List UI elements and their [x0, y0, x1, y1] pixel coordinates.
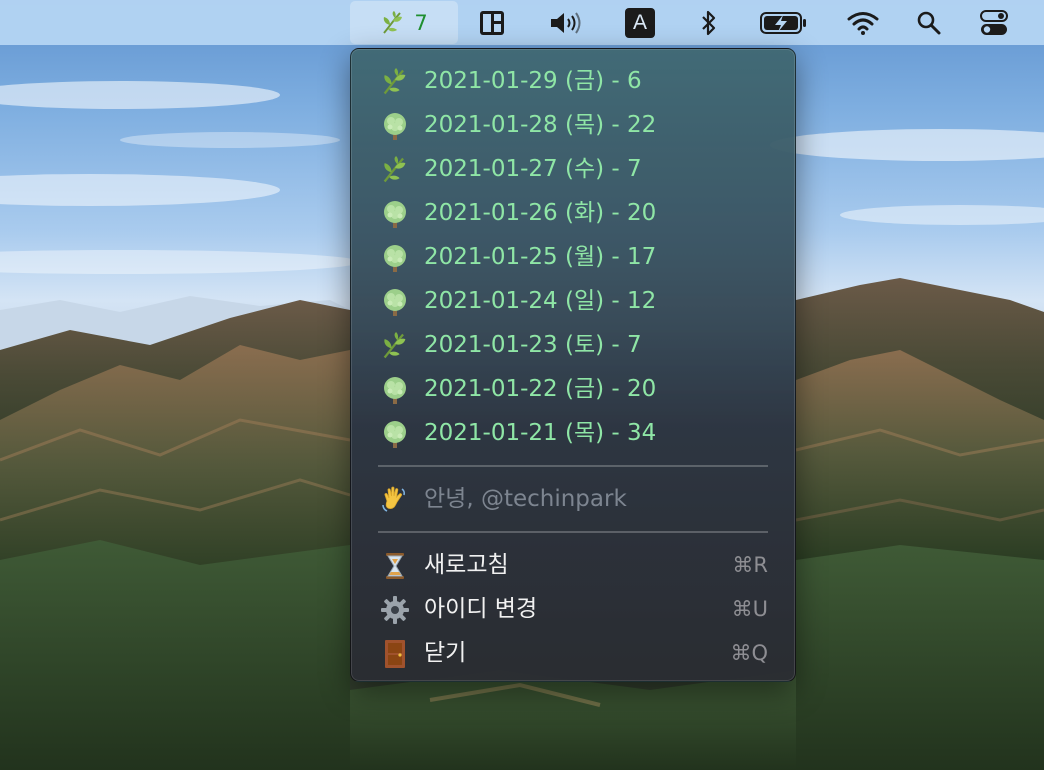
herb-icon [380, 331, 410, 361]
quit-menu-item[interactable]: 닫기 ⌘Q [351, 631, 795, 675]
hourglass-icon [380, 551, 410, 581]
control-center-icon[interactable] [978, 0, 1010, 45]
day-menu-item[interactable]: 2021-01-27 (수) - 7 [351, 147, 795, 191]
day-label: 2021-01-22 (금) - 20 [424, 376, 657, 402]
tree-icon [380, 375, 410, 405]
menu-bar: 7 A [0, 0, 1044, 45]
day-label: 2021-01-27 (수) - 7 [424, 156, 642, 182]
app-dropdown-menu: 2021-01-29 (금) - 6 2021-01-28 (목) - 22 202… [350, 48, 796, 682]
herb-icon [380, 155, 410, 185]
search-icon[interactable] [915, 0, 943, 45]
tree-icon [380, 111, 410, 141]
tree-icon [380, 243, 410, 273]
day-menu-item[interactable]: 2021-01-23 (토) - 7 [351, 323, 795, 367]
change-id-menu-item[interactable]: 아이디 변경 ⌘U [351, 587, 795, 631]
tree-icon [380, 287, 410, 317]
wave-hand-icon [380, 485, 410, 515]
tree-icon [380, 199, 410, 229]
refresh-menu-item[interactable]: 새로고침 ⌘R [351, 543, 795, 587]
day-menu-item[interactable]: 2021-01-25 (월) - 17 [351, 235, 795, 279]
layout-icon[interactable] [478, 0, 506, 45]
day-label: 2021-01-29 (금) - 6 [424, 68, 642, 94]
day-label: 2021-01-25 (월) - 17 [424, 244, 657, 270]
day-menu-item[interactable]: 2021-01-24 (일) - 12 [351, 279, 795, 323]
gear-icon [380, 595, 410, 625]
day-label: 2021-01-24 (일) - 12 [424, 288, 657, 314]
keyboard-shortcut: ⌘U [731, 597, 768, 621]
menu-separator [378, 531, 768, 533]
tree-icon [380, 419, 410, 449]
action-label: 닫기 [424, 640, 467, 666]
day-label: 2021-01-23 (토) - 7 [424, 332, 642, 358]
wifi-icon[interactable] [846, 0, 880, 45]
volume-icon[interactable] [548, 0, 586, 45]
day-label: 2021-01-28 (목) - 22 [424, 112, 657, 138]
input-source-icon[interactable]: A [624, 0, 656, 45]
bluetooth-icon[interactable] [698, 0, 720, 45]
day-label: 2021-01-26 (화) - 20 [424, 200, 657, 226]
battery-charging-icon[interactable] [758, 0, 810, 45]
action-label: 새로고침 [424, 552, 509, 578]
input-source-letter: A [632, 10, 647, 34]
greeting-label: 안녕, @techinpark [424, 486, 627, 512]
keyboard-shortcut: ⌘R [732, 553, 768, 577]
day-menu-item[interactable]: 2021-01-29 (금) - 6 [351, 59, 795, 103]
app-status-item[interactable]: 7 [350, 1, 458, 44]
herb-icon [380, 67, 410, 97]
door-icon [380, 639, 410, 669]
day-menu-item[interactable]: 2021-01-28 (목) - 22 [351, 103, 795, 147]
day-menu-item[interactable]: 2021-01-26 (화) - 20 [351, 191, 795, 235]
menu-separator [378, 465, 768, 467]
day-label: 2021-01-21 (목) - 34 [424, 420, 657, 446]
action-label: 아이디 변경 [424, 596, 538, 622]
day-menu-item[interactable]: 2021-01-22 (금) - 20 [351, 367, 795, 411]
app-count: 7 [414, 10, 428, 35]
keyboard-shortcut: ⌘Q [730, 641, 768, 665]
greeting-item: 안녕, @techinpark [351, 477, 795, 521]
herb-icon [383, 10, 403, 34]
day-menu-item[interactable]: 2021-01-21 (목) - 34 [351, 411, 795, 455]
